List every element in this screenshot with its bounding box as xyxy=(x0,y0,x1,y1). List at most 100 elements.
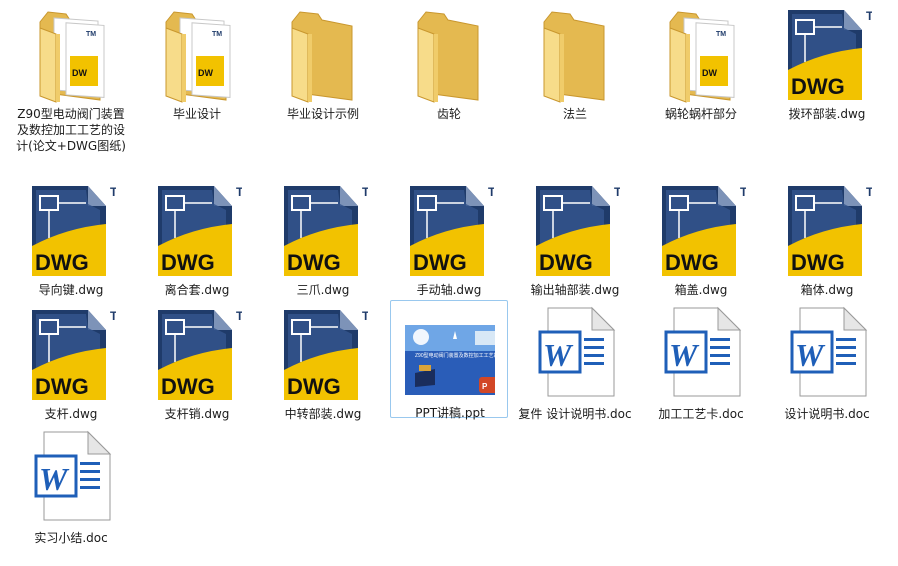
dwg-file-icon: DWG TM xyxy=(404,180,494,280)
svg-text:TM: TM xyxy=(866,185,872,199)
file-name-label: 支杆.dwg xyxy=(44,407,98,421)
svg-text:TM: TM xyxy=(740,185,746,199)
file-name-label: 设计说明书.doc xyxy=(784,407,870,421)
dwg-file-icon: DWG TM xyxy=(278,304,368,404)
file-name-label: 复件 设计说明书.doc xyxy=(518,407,632,421)
file-item[interactable]: DWG TM 支杆销.dwg xyxy=(138,302,256,421)
file-item[interactable]: DWG TM 导向键.dwg xyxy=(12,178,130,297)
file-name-label: 法兰 xyxy=(562,107,587,121)
word-document-icon: W xyxy=(782,304,872,404)
svg-text:TM: TM xyxy=(716,31,726,38)
file-item[interactable]: DWG TM 三爪.dwg xyxy=(264,178,382,297)
dwg-text: DWG xyxy=(791,250,845,275)
dwg-text: DWG xyxy=(35,374,89,399)
file-item[interactable]: DWG TM 拨环部装.dwg xyxy=(768,2,886,121)
powerpoint-file-icon: Z90型电动阀门装置及数控加工工艺的设计 P xyxy=(405,303,495,403)
dwg-file-icon: DWG TM xyxy=(152,304,242,404)
svg-text:TM: TM xyxy=(110,309,116,323)
svg-text:TM: TM xyxy=(614,185,620,199)
file-name-label: 齿轮 xyxy=(436,107,461,121)
dwg-text: DWG xyxy=(539,250,593,275)
dwg-file-icon: DWG TM xyxy=(26,180,116,280)
svg-text:DW: DW xyxy=(702,68,717,78)
file-item[interactable]: TM DW 毕业设计 xyxy=(138,2,256,121)
file-item[interactable]: 法兰 xyxy=(516,2,634,121)
file-item[interactable]: W 设计说明书.doc xyxy=(768,302,886,421)
svg-text:Z90型电动阀门装置及数控加工工艺的设计: Z90型电动阀门装置及数控加工工艺的设计 xyxy=(415,352,495,359)
file-name-label: PPT讲稿.ppt xyxy=(415,406,485,420)
dwg-file-icon: DWG TM xyxy=(656,180,746,280)
file-item[interactable]: DWG TM 箱体.dwg xyxy=(768,178,886,297)
dwg-file-icon: DWG TM xyxy=(782,4,872,104)
file-item[interactable]: 毕业设计示例 xyxy=(264,2,382,121)
svg-text:W: W xyxy=(543,337,574,373)
file-name-label: 手动轴.dwg xyxy=(416,283,482,297)
folder-icon xyxy=(404,4,494,104)
folder-icon xyxy=(530,4,620,104)
svg-text:DW: DW xyxy=(198,68,213,78)
file-name-label: 中转部装.dwg xyxy=(284,407,362,421)
svg-text:TM: TM xyxy=(236,185,242,199)
dwg-file-icon: DWG TM xyxy=(152,180,242,280)
file-name-label: 导向键.dwg xyxy=(38,283,104,297)
file-name-label: 离合套.dwg xyxy=(164,283,230,297)
word-document-icon: W xyxy=(656,304,746,404)
file-name-label: 毕业设计示例 xyxy=(286,107,359,121)
file-name-label: 箱体.dwg xyxy=(800,283,854,297)
file-item[interactable]: DWG TM 手动轴.dwg xyxy=(390,178,508,297)
file-name-label: 实习小结.doc xyxy=(34,531,108,545)
dwg-text: DWG xyxy=(287,250,341,275)
svg-text:TM: TM xyxy=(866,9,872,23)
svg-text:W: W xyxy=(669,337,700,373)
svg-text:P: P xyxy=(482,382,488,391)
dwg-file-icon: DWG TM xyxy=(530,180,620,280)
file-name-label: 输出轴部装.dwg xyxy=(530,283,620,297)
folder-icon: TM DW xyxy=(26,4,116,104)
file-name-label: 支杆销.dwg xyxy=(164,407,230,421)
dwg-text: DWG xyxy=(791,74,845,99)
file-name-label: 毕业设计 xyxy=(172,107,221,121)
svg-text:TM: TM xyxy=(488,185,494,199)
file-name-label: Z90型电动阀门装置及数控加工工艺的设计(论文+DWG图纸) xyxy=(16,107,126,153)
file-item[interactable]: TM DW 蜗轮蜗杆部分 xyxy=(642,2,760,121)
dwg-file-icon: DWG TM xyxy=(26,304,116,404)
file-item[interactable]: DWG TM 中转部装.dwg xyxy=(264,302,382,421)
svg-text:DW: DW xyxy=(72,68,87,78)
file-item[interactable]: DWG TM 支杆.dwg xyxy=(12,302,130,421)
svg-text:W: W xyxy=(39,461,70,497)
folder-icon xyxy=(278,4,368,104)
word-document-icon: W xyxy=(26,428,116,528)
file-item[interactable]: Z90型电动阀门装置及数控加工工艺的设计 P PPT讲稿.ppt xyxy=(390,300,508,420)
file-item[interactable]: W 实习小结.doc xyxy=(12,426,130,545)
dwg-text: DWG xyxy=(287,374,341,399)
svg-text:TM: TM xyxy=(110,185,116,199)
svg-text:TM: TM xyxy=(212,31,222,38)
file-item[interactable]: DWG TM 输出轴部装.dwg xyxy=(516,178,634,297)
file-item[interactable]: W 复件 设计说明书.doc xyxy=(516,302,634,421)
folder-icon: TM DW xyxy=(656,4,746,104)
file-item[interactable]: DWG TM 离合套.dwg xyxy=(138,178,256,297)
file-name-label: 三爪.dwg xyxy=(296,283,350,297)
word-document-icon: W xyxy=(530,304,620,404)
svg-text:TM: TM xyxy=(86,31,96,38)
dwg-text: DWG xyxy=(413,250,467,275)
file-name-label: 拨环部装.dwg xyxy=(788,107,866,121)
dwg-text: DWG xyxy=(161,250,215,275)
svg-text:TM: TM xyxy=(236,309,242,323)
file-name-label: 箱盖.dwg xyxy=(674,283,728,297)
svg-text:TM: TM xyxy=(362,309,368,323)
dwg-text: DWG xyxy=(35,250,89,275)
file-name-label: 加工工艺卡.doc xyxy=(658,407,744,421)
file-item[interactable]: W 加工工艺卡.doc xyxy=(642,302,760,421)
file-item[interactable]: DWG TM 箱盖.dwg xyxy=(642,178,760,297)
dwg-file-icon: DWG TM xyxy=(782,180,872,280)
folder-icon: TM DW xyxy=(152,4,242,104)
file-item[interactable]: TM DW Z90型电动阀门装置及数控加工工艺的设计(论文+DWG图纸) xyxy=(12,2,130,153)
svg-text:W: W xyxy=(795,337,826,373)
dwg-file-icon: DWG TM xyxy=(278,180,368,280)
file-name-label: 蜗轮蜗杆部分 xyxy=(664,107,737,121)
dwg-text: DWG xyxy=(161,374,215,399)
dwg-text: DWG xyxy=(665,250,719,275)
svg-text:TM: TM xyxy=(362,185,368,199)
file-item[interactable]: 齿轮 xyxy=(390,2,508,121)
